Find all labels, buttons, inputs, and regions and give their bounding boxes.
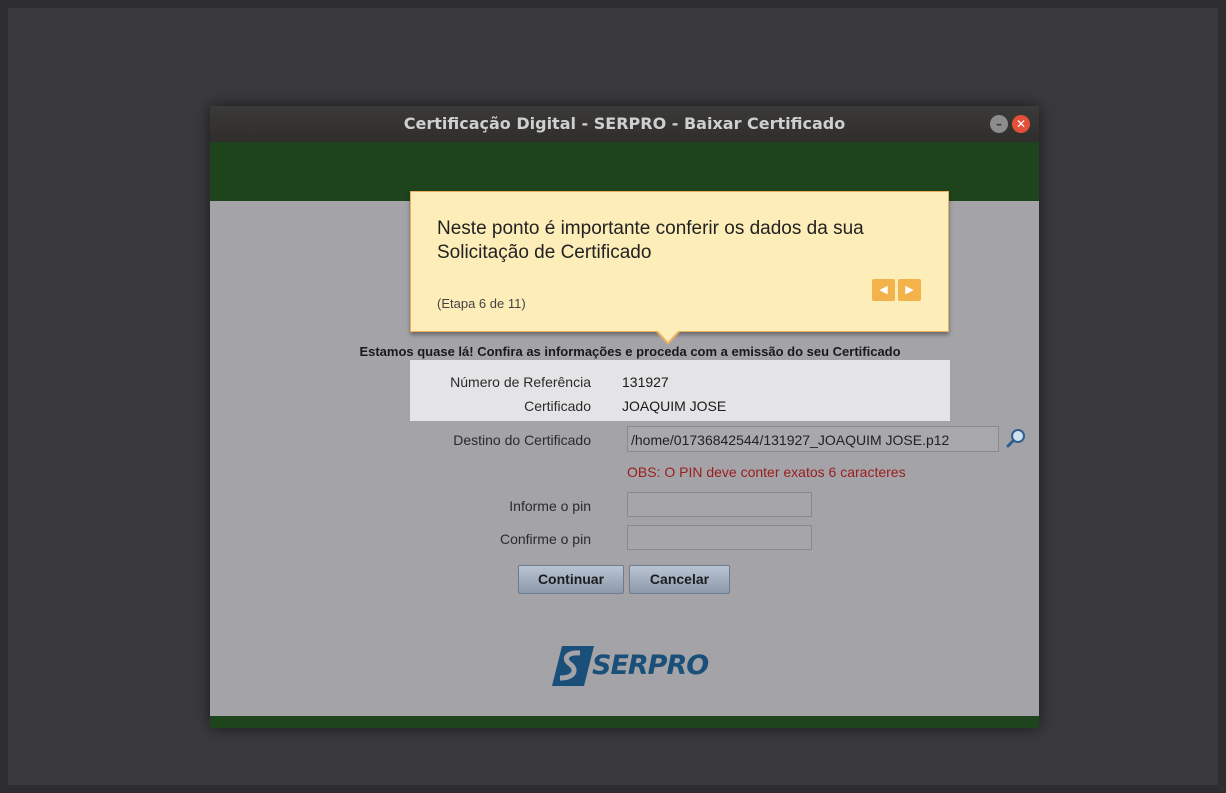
tour-tooltip: Neste ponto é importante conferir os dad… — [410, 191, 949, 345]
serpro-logo: SERPRO — [550, 644, 709, 690]
reference-label: Número de Referência — [450, 374, 591, 390]
close-icon[interactable]: ✕ — [1012, 115, 1030, 133]
serpro-logo-icon — [552, 646, 594, 686]
certificate-value: JOAQUIM JOSE — [622, 398, 727, 414]
pin-input[interactable] — [627, 492, 812, 517]
serpro-logo-text: SERPRO — [592, 650, 709, 681]
confirm-pin-label: Confirme o pin — [499, 531, 591, 547]
footer-banner — [210, 716, 1039, 728]
prev-step-icon[interactable]: ◀ — [872, 279, 895, 301]
search-icon[interactable] — [1005, 428, 1027, 450]
pin-label: Informe o pin — [509, 498, 591, 514]
next-step-icon[interactable]: ▶ — [898, 279, 921, 301]
continue-button[interactable]: Continuar — [518, 565, 624, 594]
page-heading: Estamos quase lá! Confira as informações… — [359, 344, 901, 359]
window-titlebar[interactable]: Certificação Digital - SERPRO - Baixar C… — [210, 106, 1039, 142]
certificate-label: Certificado — [524, 398, 591, 414]
confirm-pin-input[interactable] — [627, 525, 812, 550]
pin-warning: OBS: O PIN deve conter exatos 6 caracter… — [627, 464, 906, 480]
cancel-button[interactable]: Cancelar — [629, 565, 730, 594]
destination-label: Destino do Certificado — [453, 432, 591, 448]
tooltip-step: (Etapa 6 de 11) — [437, 296, 526, 311]
window-title: Certificação Digital - SERPRO - Baixar C… — [403, 114, 846, 133]
reference-value: 131927 — [622, 374, 669, 390]
tooltip-pointer — [658, 331, 678, 342]
tooltip-message: Neste ponto é importante conferir os dad… — [437, 218, 864, 263]
destination-field[interactable]: /home/01736842544/131927_JOAQUIM JOSE.p1… — [627, 426, 999, 452]
minimize-icon[interactable]: – — [990, 115, 1008, 133]
